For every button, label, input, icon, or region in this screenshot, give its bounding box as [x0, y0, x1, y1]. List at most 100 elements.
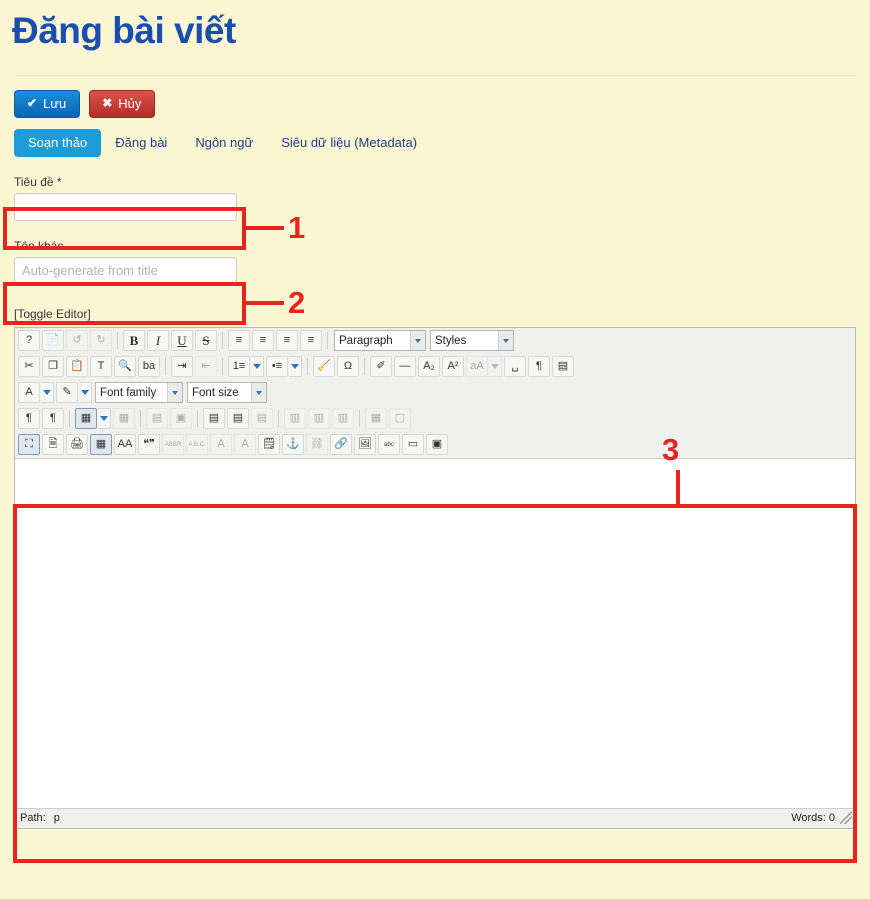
rtl-direction-icon[interactable]: ¶: [42, 408, 64, 430]
visual-aid-icon-glyph: ▦: [95, 438, 107, 451]
spellcheck-ba-icon[interactable]: ba: [138, 356, 160, 378]
insert-text-icon: A: [234, 434, 256, 456]
align-right-icon-glyph: ≡: [307, 334, 315, 347]
title-input[interactable]: [14, 192, 237, 221]
underline-icon[interactable]: U: [171, 330, 193, 352]
paragraph-format-select[interactable]: Paragraph: [334, 330, 426, 352]
subscript-icon[interactable]: A₂: [418, 356, 440, 378]
preview-icon[interactable]: 🗎: [42, 434, 64, 456]
bullet-list-options-arrow[interactable]: [289, 356, 302, 378]
paste-as-text-icon[interactable]: T: [90, 356, 112, 378]
tab-dang-bai[interactable]: Đăng bài: [101, 129, 181, 157]
spellchecker-aa-icon[interactable]: AA: [114, 434, 136, 456]
bullet-list-icon[interactable]: •≡: [266, 356, 288, 378]
anchor-a-icon: aA: [466, 356, 488, 378]
insert-table-icon[interactable]: ▦: [75, 408, 97, 430]
toolbar-separator: [165, 358, 166, 376]
text-color-icon[interactable]: A: [18, 382, 40, 404]
italic-icon[interactable]: I: [147, 330, 169, 352]
clean-formatting-icon[interactable]: 🧹: [313, 356, 335, 378]
special-character-icon-glyph: Ω: [343, 360, 353, 373]
spellchecker-abc-icon[interactable]: abc: [378, 434, 400, 456]
insert-image-icon-glyph: 🖼: [358, 438, 372, 451]
status-path-value[interactable]: p: [54, 812, 60, 824]
spellcheck-ba-icon-glyph: ba: [142, 360, 156, 373]
superscript-icon[interactable]: A²: [442, 356, 464, 378]
align-left-icon[interactable]: ≡: [276, 330, 298, 352]
insert-link-icon[interactable]: 🔗: [330, 434, 352, 456]
clean-formatting-icon-glyph: 🧹: [317, 360, 331, 373]
save-button[interactable]: ✔ Lưu: [14, 89, 81, 118]
paste-icon[interactable]: 📋: [66, 356, 88, 378]
annotation-leader-2: [246, 301, 284, 305]
text-color-arrow[interactable]: [41, 382, 54, 404]
check-icon: ✔: [27, 96, 38, 111]
undo-icon-glyph: ↺: [72, 334, 82, 347]
tab-ngon-ngu[interactable]: Ngôn ngữ: [181, 129, 267, 157]
toolbar-separator: [140, 410, 141, 428]
insert-nonbreaking-icon[interactable]: ␣: [504, 356, 526, 378]
chevron-down-icon: [100, 416, 108, 422]
new-document-icon[interactable]: 📄: [42, 330, 64, 352]
bullet-list-icon-glyph: •≡: [271, 360, 283, 373]
font-family-select[interactable]: Font family: [95, 382, 183, 404]
indent-increase-icon-glyph: ⇥: [177, 360, 187, 373]
insert-image-icon[interactable]: 🖼: [354, 434, 376, 456]
visual-aid-icon[interactable]: ▦: [90, 434, 112, 456]
editor-toolbar-row-1: ? 📄 ↺ ↻ B I U S ≡ ≡ ≡ ≡ Paragraph Styles: [15, 327, 855, 354]
new-document-icon-glyph: 📄: [46, 334, 60, 347]
align-right-icon[interactable]: ≡: [300, 330, 322, 352]
align-center-icon[interactable]: ≡: [252, 330, 274, 352]
tab-soan-thao[interactable]: Soạn thảo: [14, 128, 102, 157]
strikethrough-icon[interactable]: S: [195, 330, 217, 352]
paste-as-text-icon-glyph: T: [97, 360, 105, 373]
insert-row-after-icon[interactable]: ▤: [227, 408, 249, 430]
acronym-icon: A.B.C.: [186, 434, 208, 456]
indent-decrease-icon-glyph: ⇤: [201, 360, 211, 373]
ltr-direction-icon-glyph: ¶: [26, 412, 32, 425]
indent-increase-icon[interactable]: ⇥: [171, 356, 193, 378]
editor-body[interactable]: [15, 457, 855, 808]
table-row-properties-icon: ▤: [146, 408, 168, 430]
font-size-select[interactable]: Font size: [187, 382, 267, 404]
help-icon[interactable]: ?: [18, 330, 40, 352]
styles-select[interactable]: Styles: [430, 330, 514, 352]
numbered-list-icon[interactable]: 1≡: [228, 356, 250, 378]
tab-metadata[interactable]: Siêu dữ liệu (Metadata): [267, 129, 431, 157]
alias-input[interactable]: [14, 256, 237, 285]
blockquote-icon[interactable]: ❝❞: [138, 434, 160, 456]
special-character-icon[interactable]: Ω: [337, 356, 359, 378]
copy-icon[interactable]: ❐: [42, 356, 64, 378]
find-replace-icon[interactable]: 🔍: [114, 356, 136, 378]
remove-format-icon[interactable]: ✐: [370, 356, 392, 378]
abbreviation-icon-glyph: ABBR: [164, 441, 182, 448]
cut-icon[interactable]: ✂: [18, 356, 40, 378]
page-break-icon[interactable]: ▤: [552, 356, 574, 378]
insert-readmore-icon[interactable]: ▭: [402, 434, 424, 456]
insert-module-icon[interactable]: ▣: [426, 434, 448, 456]
ltr-direction-icon[interactable]: ¶: [18, 408, 40, 430]
edit-attributes-icon[interactable]: 🗒: [258, 434, 280, 456]
background-color-icon[interactable]: ✎: [56, 382, 78, 404]
font-family-select-label: Font family: [100, 386, 157, 399]
table-options-arrow[interactable]: [98, 408, 111, 430]
insert-column-before-icon: ▥: [284, 408, 306, 430]
status-path-label: Path:: [20, 812, 46, 825]
cancel-button[interactable]: ✖ Hủy: [89, 89, 156, 118]
insert-anchor-icon[interactable]: ⚓: [282, 434, 304, 456]
unlink-icon: ⛓: [306, 434, 328, 456]
background-color-arrow[interactable]: [79, 382, 92, 404]
horizontal-rule-icon[interactable]: —: [394, 356, 416, 378]
print-icon[interactable]: 🖨: [66, 434, 88, 456]
toolbar-separator: [359, 410, 360, 428]
insert-row-before-icon[interactable]: ▤: [203, 408, 225, 430]
toggle-editor-link[interactable]: [Toggle Editor]: [0, 307, 870, 321]
fullscreen-icon[interactable]: ⛶: [18, 434, 40, 456]
bold-icon[interactable]: B: [123, 330, 145, 352]
resize-grip-handle[interactable]: [840, 812, 852, 825]
editor-toolbar: ? 📄 ↺ ↻ B I U S ≡ ≡ ≡ ≡ Paragraph Styles ✂ ❐ 📋 T 🔍 ba ⇥ ⇤ 1≡ •≡…: [15, 327, 855, 458]
show-invisible-icon[interactable]: ¶: [528, 356, 550, 378]
numbered-list-options-arrow[interactable]: [251, 356, 264, 378]
insert-row-before-icon-glyph: ▤: [208, 412, 220, 425]
align-justify-icon[interactable]: ≡: [228, 330, 250, 352]
